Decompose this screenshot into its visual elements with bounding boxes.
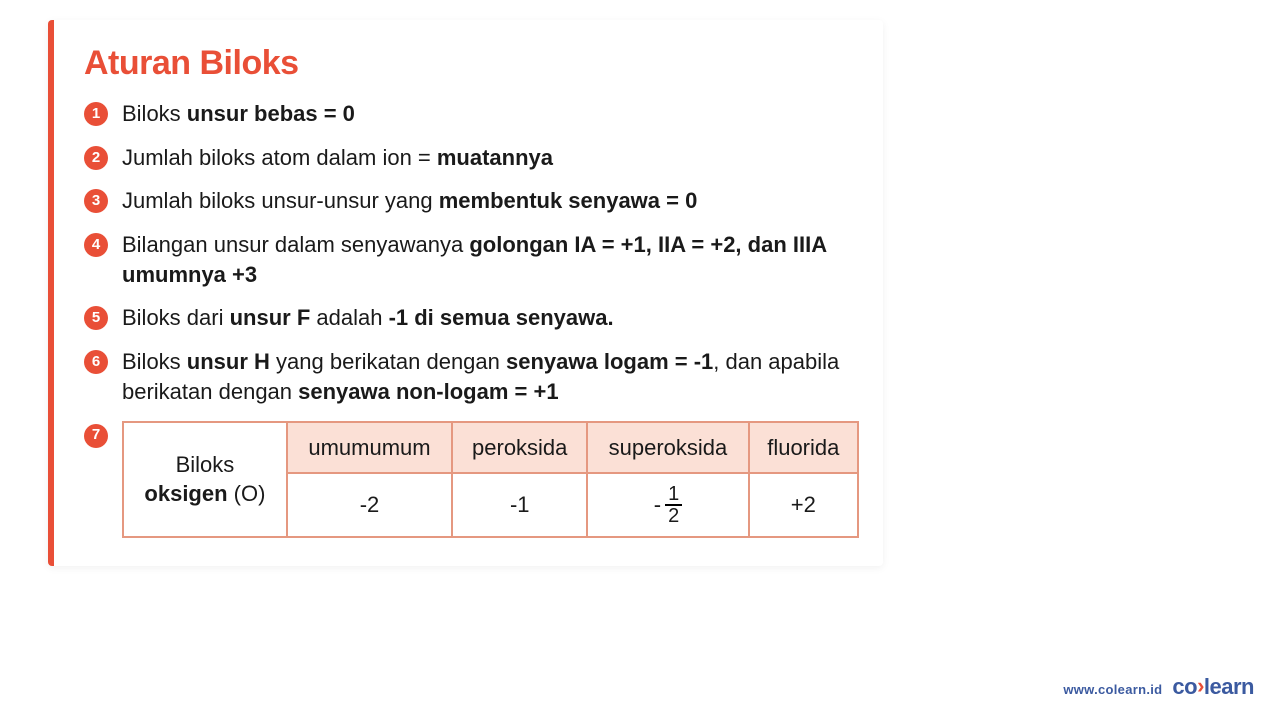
- footer-url: www.colearn.id: [1063, 682, 1162, 697]
- rule-text: Biloks unsur H yang berikatan dengan sen…: [122, 347, 859, 406]
- rule-item: 5 Biloks dari unsur F adalah -1 di semua…: [84, 303, 859, 333]
- rule-badge: 4: [84, 233, 108, 257]
- rule-badge: 7: [84, 424, 108, 448]
- col-head: peroksida: [452, 422, 587, 474]
- table-cell: -2: [287, 473, 452, 537]
- row-label-line1: Biloks: [176, 452, 235, 477]
- col-head: superoksida: [587, 422, 748, 474]
- rule-item: 1 Biloks unsur bebas = 0: [84, 99, 859, 129]
- row-label-bold: oksigen: [144, 481, 227, 506]
- table-row: Biloks oksigen (O) umumumum peroksida su…: [123, 422, 858, 474]
- table-cell: +2: [749, 473, 858, 537]
- card-title: Aturan Biloks: [84, 44, 859, 83]
- col-head: umumumum: [287, 422, 452, 474]
- table-cell: -1: [452, 473, 587, 537]
- rule-text: Bilangan unsur dalam senyawanya golongan…: [122, 230, 859, 289]
- rule-item: 3 Jumlah biloks unsur-unsur yang membent…: [84, 186, 859, 216]
- rule-badge: 6: [84, 350, 108, 374]
- rules-list: 1 Biloks unsur bebas = 0 2 Jumlah biloks…: [84, 99, 859, 538]
- rule-item-table: 7 Biloks oksigen (O) umumumum peroksida …: [84, 421, 859, 539]
- rule-item: 2 Jumlah biloks atom dalam ion = muatann…: [84, 143, 859, 173]
- brand-dot-icon: ›: [1197, 673, 1204, 698]
- row-label-rest: (O): [228, 481, 266, 506]
- footer-brand: co›learn: [1172, 674, 1254, 700]
- col-head: fluorida: [749, 422, 858, 474]
- rule-text: Biloks dari unsur F adalah -1 di semua s…: [122, 303, 614, 333]
- footer: www.colearn.id co›learn: [1063, 674, 1254, 700]
- biloks-table-wrapper: Biloks oksigen (O) umumumum peroksida su…: [122, 421, 859, 539]
- rule-badge: 3: [84, 189, 108, 213]
- rule-text: Jumlah biloks atom dalam ion = muatannya: [122, 143, 553, 173]
- biloks-oksigen-table: Biloks oksigen (O) umumumum peroksida su…: [122, 421, 859, 539]
- fraction-value: - 12: [654, 484, 682, 526]
- rule-badge: 5: [84, 306, 108, 330]
- rules-card: Aturan Biloks 1 Biloks unsur bebas = 0 2…: [48, 20, 883, 566]
- table-cell: - 12: [587, 473, 748, 537]
- brand-right: learn: [1204, 674, 1254, 699]
- rule-badge: 2: [84, 146, 108, 170]
- rule-text: Biloks unsur bebas = 0: [122, 99, 355, 129]
- rule-badge: 1: [84, 102, 108, 126]
- brand-left: co: [1172, 674, 1197, 699]
- row-label: Biloks oksigen (O): [123, 422, 287, 538]
- rule-text: Jumlah biloks unsur-unsur yang membentuk…: [122, 186, 697, 216]
- rule-item: 4 Bilangan unsur dalam senyawanya golong…: [84, 230, 859, 289]
- rule-item: 6 Biloks unsur H yang berikatan dengan s…: [84, 347, 859, 406]
